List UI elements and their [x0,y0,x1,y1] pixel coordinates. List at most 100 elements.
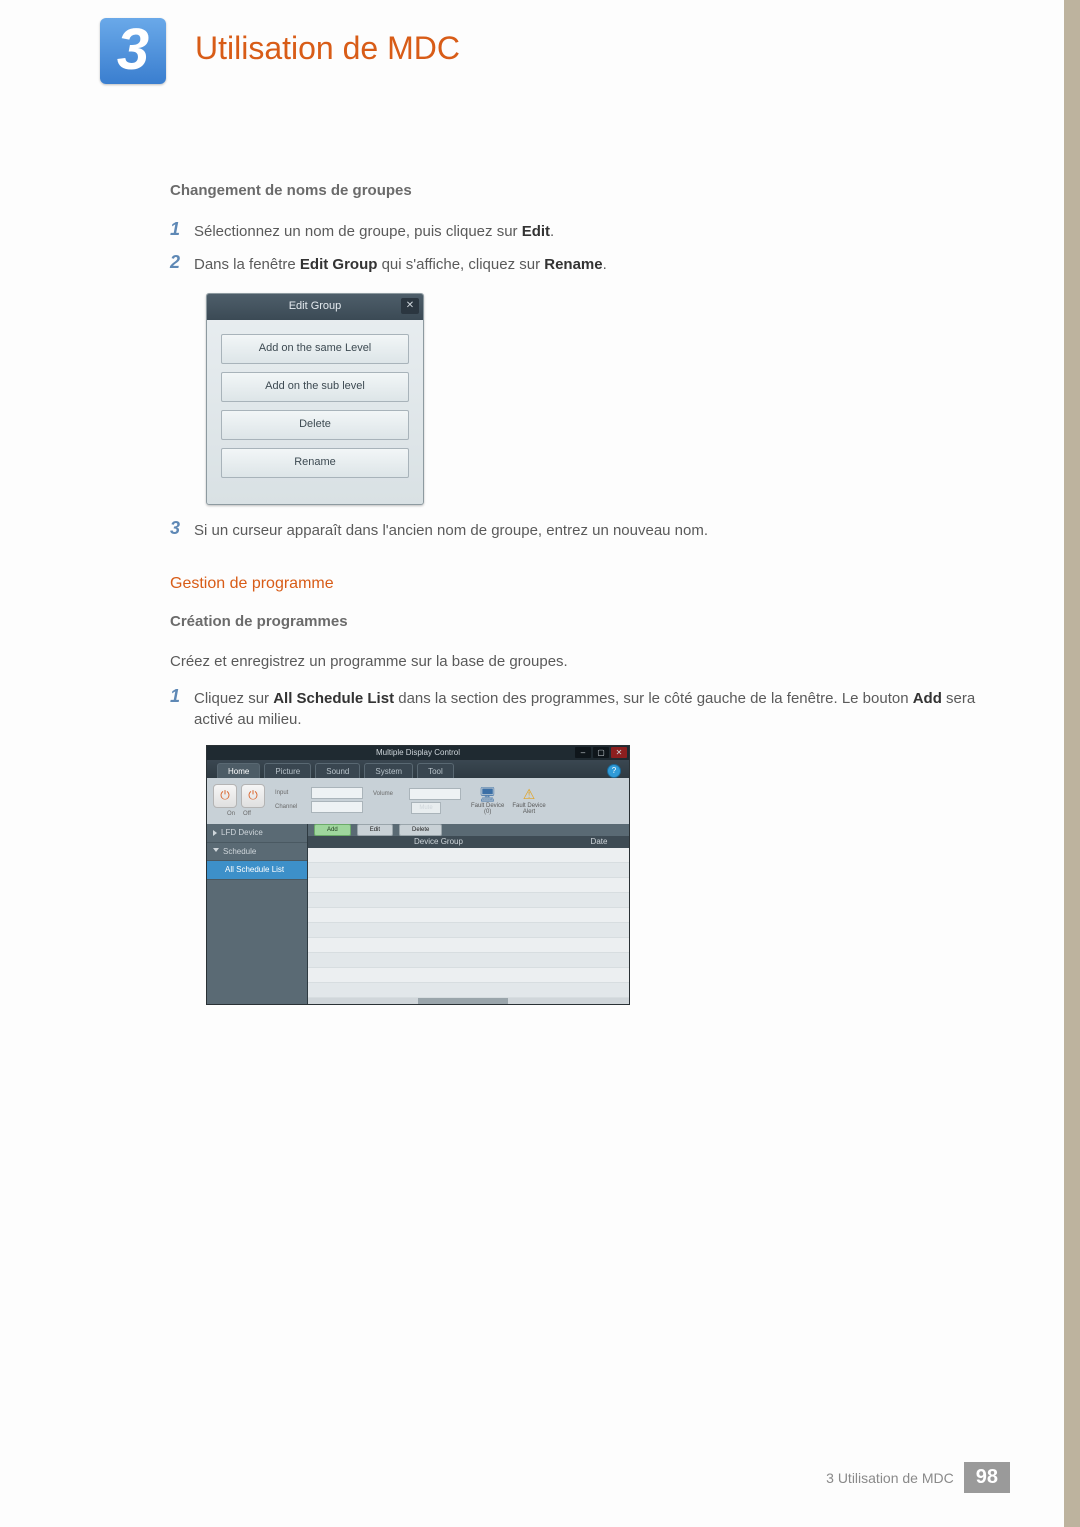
page-footer: 3 Utilisation de MDC 98 [0,1462,1080,1493]
edit-button[interactable]: Edit [357,824,393,836]
delete-button[interactable]: Delete [399,824,442,836]
sidebar-item-lfd-device[interactable]: LFD Device [207,824,307,843]
text: Sélectionnez un nom de groupe, puis cliq… [194,223,522,240]
text: qui s'affiche, cliquez sur [377,256,544,273]
input-label: Input [275,789,309,798]
sidebar-item-label: LFD Device [221,827,263,839]
delete-button[interactable]: Delete [221,410,409,440]
rename-button[interactable]: Rename [221,448,409,478]
tab-sound[interactable]: Sound [315,763,360,779]
mdc-content: Add Edit Delete Device Group Date [308,824,629,1004]
scrollbar-thumb[interactable] [418,998,508,1004]
step-text: Cliquez sur All Schedule List dans la se… [194,687,980,732]
dialog-titlebar: Edit Group ✕ [207,294,423,320]
mdc-title: Multiple Display Control [376,747,460,759]
add-same-level-button[interactable]: Add on the same Level [221,334,409,364]
channel-stepper[interactable] [311,801,363,813]
power-off-button[interactable]: ⏻ [241,784,265,808]
page-content: Changement de noms de groupes 1 Sélectio… [170,180,980,1005]
warning-icon: ⚠ [523,787,536,802]
bold-text: All Schedule List [273,690,394,707]
table-row [308,863,629,878]
text: . [550,223,554,240]
col-date: Date [569,836,629,848]
table-row [308,893,629,908]
dialog-body: Add on the same Level Add on the sub lev… [207,320,423,504]
heading-schedule-management: Gestion de programme [170,572,980,595]
tab-system[interactable]: System [364,763,413,779]
chapter-title: Utilisation de MDC [195,30,460,67]
sidebar-item-label: All Schedule List [225,864,284,876]
table-row [308,953,629,968]
add-sub-level-button[interactable]: Add on the sub level [221,372,409,402]
step-number: 1 [170,687,194,732]
page-number: 98 [964,1462,1010,1493]
schedule-grid [308,848,629,998]
sidebar-item-label: Schedule [223,846,256,858]
step-text: Si un curseur apparaît dans l'ancien nom… [194,519,980,542]
table-row [308,908,629,923]
step-number: 3 [170,519,194,542]
mdc-main: LFD Device Schedule All Schedule List [207,824,629,1004]
close-icon[interactable]: ✕ [611,747,627,758]
volume-dropdown[interactable] [409,788,461,800]
text: Cliquez sur [194,690,273,707]
text: Dans la fenêtre [194,256,300,273]
volume-label: Volume [373,790,407,799]
text: (0) [484,809,491,815]
power-group: ⏻ ⏻ On Off [213,784,265,819]
mdc-window-figure: Multiple Display Control – ▢ ✕ Home Pict… [206,745,980,1005]
schedule-step-1: 1 Cliquez sur All Schedule List dans la … [170,687,980,732]
minimize-icon[interactable]: – [575,747,591,758]
bold-text: Rename [544,256,602,273]
table-row [308,848,629,863]
table-row [308,923,629,938]
sidebar-item-schedule[interactable]: Schedule [207,843,307,862]
sidebar-item-all-schedule-list[interactable]: All Schedule List [207,861,307,880]
dialog-title: Edit Group [289,299,342,315]
step-number: 1 [170,220,194,243]
maximize-icon[interactable]: ▢ [593,747,609,758]
page-sheet: 3 Utilisation de MDC Changement de noms … [0,0,1080,1527]
heading-create-schedule: Création de programmes [170,611,980,633]
channel-label: Channel [275,803,309,812]
bold-text: Edit Group [300,256,378,273]
window-buttons: – ▢ ✕ [575,747,627,758]
input-dropdown[interactable] [311,787,363,799]
chevron-down-icon [213,848,219,855]
edit-group-dialog-figure: Edit Group ✕ Add on the same Level Add o… [206,293,980,505]
tab-home[interactable]: Home [217,763,260,779]
table-row [308,983,629,998]
footer-text: 3 Utilisation de MDC [826,1470,954,1486]
close-icon[interactable]: ✕ [401,298,419,314]
power-off-label: Off [243,810,251,819]
horizontal-scrollbar[interactable] [308,998,629,1004]
text: . [603,256,607,273]
heading-group-rename: Changement de noms de groupes [170,180,980,202]
mdc-ribbon: ⏻ ⏻ On Off Input [207,778,629,824]
volume-group: Volume Mute [373,788,461,814]
schedule-intro-text: Créez et enregistrez un programme sur la… [170,651,980,673]
add-button[interactable]: Add [314,824,351,836]
step-text: Sélectionnez un nom de groupe, puis cliq… [194,220,980,243]
column-header: Device Group Date [308,836,629,848]
text: dans la section des programmes, sur le c… [394,690,913,707]
mdc-titlebar: Multiple Display Control – ▢ ✕ [207,746,629,760]
step-2: 2 Dans la fenêtre Edit Group qui s'affic… [170,253,980,276]
table-row [308,878,629,893]
power-on-label: On [227,810,235,819]
input-group: Input Channel [275,787,363,815]
step-3: 3 Si un curseur apparaît dans l'ancien n… [170,519,980,542]
chapter-number-badge: 3 [100,18,166,84]
step-1: 1 Sélectionnez un nom de groupe, puis cl… [170,220,980,243]
fault-alert-status: ⚠ Fault Device Alert [512,787,545,815]
tab-tool[interactable]: Tool [417,763,454,779]
tab-picture[interactable]: Picture [264,763,311,779]
mute-button[interactable]: Mute [411,802,441,814]
side-stripe [1064,0,1080,1527]
step-number: 2 [170,253,194,276]
col-device-group: Device Group [308,836,569,848]
power-on-button[interactable]: ⏻ [213,784,237,808]
step-text: Dans la fenêtre Edit Group qui s'affiche… [194,253,980,276]
bold-text: Add [913,690,942,707]
